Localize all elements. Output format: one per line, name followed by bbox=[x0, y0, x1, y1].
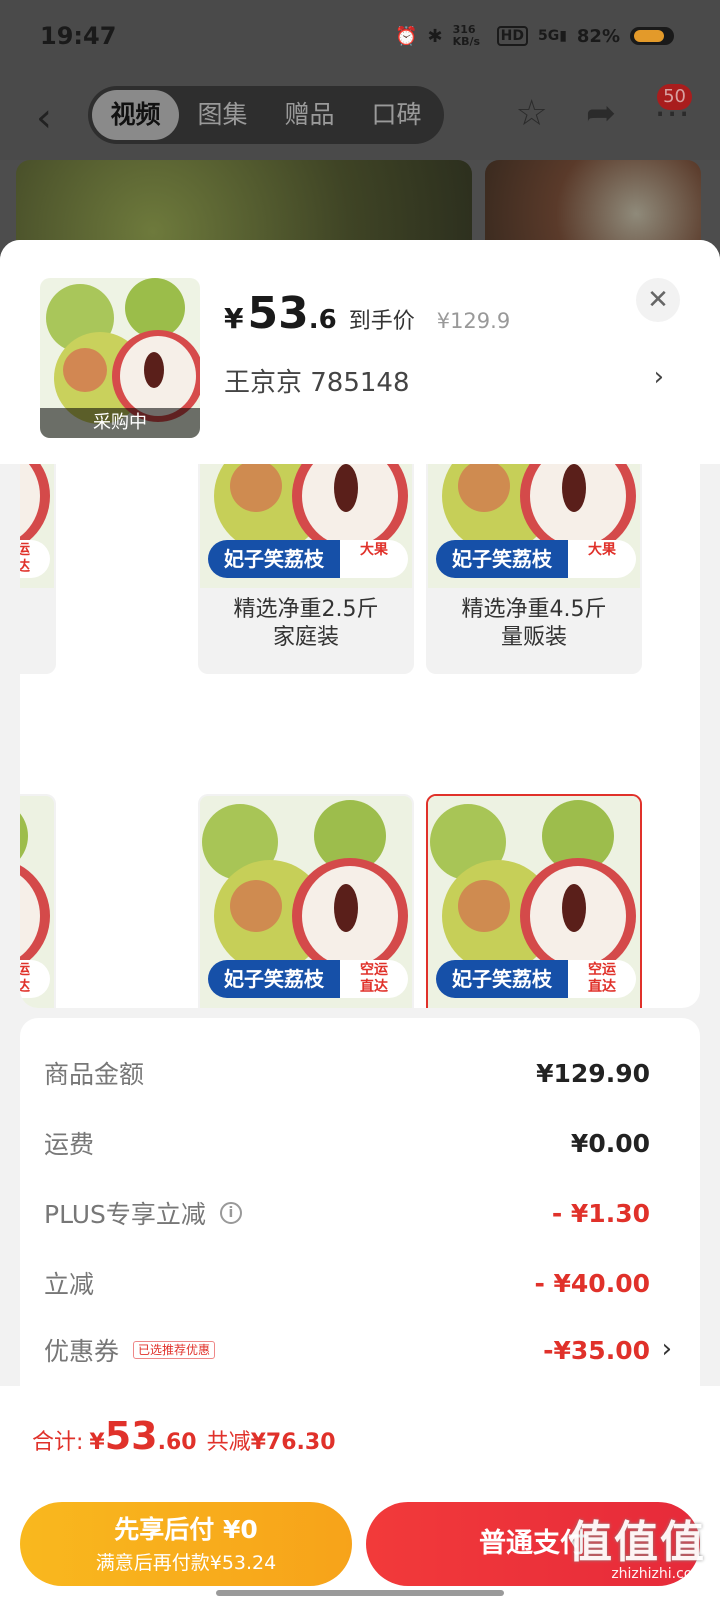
sku-option[interactable]: 妃子笑荔枝 大果精选净重2.5斤 家庭装 bbox=[198, 464, 414, 674]
freight-row: 运费 ¥0.00 bbox=[44, 1123, 650, 1163]
brand-banner: 妃子笑荔枝 大果 bbox=[436, 540, 636, 578]
total-integer: 53 bbox=[104, 1414, 158, 1458]
coupon-label-wrap: 优惠券 已选推荐优惠 bbox=[44, 1332, 216, 1368]
brand-name: 妃子笑荔枝 bbox=[436, 960, 568, 998]
pay-later-title: 先享后付 ¥0 bbox=[114, 1515, 258, 1544]
total-decimal: .60 bbox=[157, 1430, 197, 1455]
sku-label: 精选净重4.5斤 量贩装 bbox=[461, 597, 607, 650]
battery-icon bbox=[630, 27, 674, 45]
seller-address[interactable]: 王京京 785148 bbox=[224, 362, 410, 399]
net-speed: 316 KB/s bbox=[452, 23, 481, 48]
sku-label: 精选净重2.5斤 家庭装 bbox=[233, 597, 379, 650]
tab-reviews[interactable]: 口碑 bbox=[353, 90, 440, 140]
product-thumbnail[interactable]: 采购中 bbox=[40, 278, 200, 438]
coupon-tag: 已选推荐优惠 bbox=[133, 1341, 216, 1359]
plus-discount-row: PLUS专享立减 i - ¥1.30 bbox=[44, 1193, 650, 1233]
star-icon[interactable]: ☆ bbox=[516, 94, 548, 134]
freight-value: ¥0.00 bbox=[570, 1128, 650, 1158]
freight-label: 运费 bbox=[44, 1130, 95, 1159]
brand-banner: 妃子笑荔枝空运 直达 bbox=[436, 960, 636, 998]
hero-image-side[interactable] bbox=[485, 160, 701, 250]
sku-option[interactable]: 妃子笑荔枝空运 直达净重4.5斤 量贩 装(预定20号… bbox=[426, 794, 642, 1008]
sku-label: 净重1斤 尝 鲜装 bbox=[20, 596, 44, 652]
top-nav: ‹ 视频 图集 赠品 口碑 ☆ ➦ ⋯ bbox=[0, 76, 720, 160]
media-tabs: 视频 图集 赠品 口碑 bbox=[88, 86, 444, 144]
brand-name: 妃子笑荔枝 bbox=[436, 540, 568, 578]
brand-name: 妃子笑荔枝 bbox=[208, 960, 340, 998]
sku-option[interactable]: 妃子笑荔枝空运 直达净重3斤 家庭 装 (预定20号… bbox=[198, 794, 414, 1008]
battery-text: 82% bbox=[576, 25, 620, 47]
goods-amount-value: ¥129.90 bbox=[536, 1058, 650, 1088]
instant-discount-label: 立减 bbox=[44, 1270, 95, 1299]
total-block: 合计: ¥ 53 .60 共减 ¥76.30 bbox=[32, 1414, 336, 1458]
price-label: 到手价 bbox=[348, 309, 415, 334]
home-indicator bbox=[216, 1590, 504, 1596]
hero-image-main[interactable] bbox=[16, 160, 472, 250]
pay-later-subtitle: 满意后再付款¥53.24 bbox=[95, 1552, 277, 1574]
message-badge: 50 bbox=[657, 84, 692, 110]
info-icon[interactable]: i bbox=[219, 1202, 242, 1224]
brand-name: 妃子笑荔枝 bbox=[208, 540, 340, 578]
alarm-icon: ⏰ bbox=[395, 25, 418, 47]
goods-amount-row: 商品金额 ¥129.90 bbox=[44, 1053, 650, 1093]
sheet-header: 采购中 ¥ 53 .6 到手价 ¥129.9 ✕ 王京京 785148 › bbox=[0, 240, 720, 464]
original-price: ¥129.9 bbox=[436, 309, 511, 333]
instant-discount-row: 立减 - ¥40.00 bbox=[44, 1263, 650, 1303]
tab-gallery[interactable]: 图集 bbox=[179, 90, 266, 140]
brand-banner: 妃子笑荔枝 大果 bbox=[208, 540, 408, 578]
back-icon[interactable]: ‹ bbox=[36, 98, 52, 138]
tab-gifts[interactable]: 赠品 bbox=[266, 90, 353, 140]
bluetooth-icon: ✱ bbox=[427, 25, 443, 47]
plus-discount-label: PLUS专享立减 bbox=[44, 1200, 206, 1229]
watermark-main: 值值值 bbox=[568, 1517, 706, 1568]
instant-discount-value: - ¥40.00 bbox=[534, 1268, 650, 1298]
coupon-row[interactable]: 优惠券 已选推荐优惠 -¥35.00 bbox=[44, 1330, 650, 1370]
signal-icon: 5G▮ bbox=[537, 28, 567, 44]
total-label: 合计: bbox=[32, 1430, 84, 1455]
price-integer: 53 bbox=[247, 288, 309, 339]
status-icons: ⏰ ✱ 316 KB/s HD 5G▮ 82% bbox=[395, 24, 674, 48]
cost-breakdown: 商品金额 ¥129.90 运费 ¥0.00 PLUS专享立减 i - ¥1.30… bbox=[20, 1018, 700, 1438]
price-decimal: .6 bbox=[308, 305, 337, 335]
price-block: ¥ 53 .6 到手价 ¥129.9 bbox=[224, 288, 510, 339]
coupon-label: 优惠券 bbox=[44, 1337, 120, 1366]
price-symbol: ¥ bbox=[224, 302, 244, 335]
sku-selector: 数量 − 1 + 妃子笑荔枝空运 直达净重1斤 尝 鲜装妃子笑荔枝大果精选净重2… bbox=[20, 464, 700, 1008]
brand-tag: 大果 bbox=[360, 542, 388, 558]
brand-banner: 妃子笑荔枝空运 直达 bbox=[208, 960, 408, 998]
coupon-chevron-icon[interactable]: › bbox=[662, 1334, 672, 1364]
close-icon[interactable]: ✕ bbox=[636, 278, 680, 322]
saved-label: 共减 bbox=[206, 1430, 251, 1455]
brand-tag: 空运 直达 bbox=[588, 962, 616, 995]
sku-option[interactable]: 妃子笑荔枝空运 直达净重1斤 尝 鲜装 bbox=[20, 464, 56, 674]
share-icon[interactable]: ➦ bbox=[586, 94, 616, 134]
status-time: 19:47 bbox=[40, 22, 117, 50]
brand-tag: 大果 bbox=[588, 542, 616, 558]
sku-option[interactable]: 妃子笑荔枝空运 直达装净重4.5 送礼推荐 bbox=[20, 794, 56, 1008]
total-symbol: ¥ bbox=[89, 1430, 105, 1455]
goods-amount-label: 商品金额 bbox=[44, 1060, 145, 1089]
purchase-sheet: 采购中 ¥ 53 .6 到手价 ¥129.9 ✕ 王京京 785148 › 数量… bbox=[0, 240, 720, 1600]
saved-value: ¥76.30 bbox=[250, 1430, 336, 1455]
brand-tag: 空运 直达 bbox=[360, 962, 388, 995]
status-bar: 19:47 ⏰ ✱ 316 KB/s HD 5G▮ 82% bbox=[0, 0, 720, 76]
procurement-tag: 采购中 bbox=[40, 408, 200, 438]
pay-later-button[interactable]: 先享后付 ¥0 满意后再付款¥53.24 bbox=[20, 1502, 352, 1586]
hd-icon: HD bbox=[496, 26, 528, 46]
chevron-right-icon[interactable]: › bbox=[654, 362, 664, 392]
coupon-value: -¥35.00 bbox=[543, 1335, 650, 1365]
plus-discount-value: - ¥1.30 bbox=[551, 1198, 650, 1228]
watermark: 值值值 zhizhizhi.com bbox=[568, 1506, 706, 1582]
sku-option[interactable]: 妃子笑荔枝 大果精选净重4.5斤 量贩装 bbox=[426, 464, 642, 674]
plus-discount-label-wrap: PLUS专享立减 i bbox=[44, 1195, 242, 1231]
tab-video[interactable]: 视频 bbox=[92, 90, 179, 140]
